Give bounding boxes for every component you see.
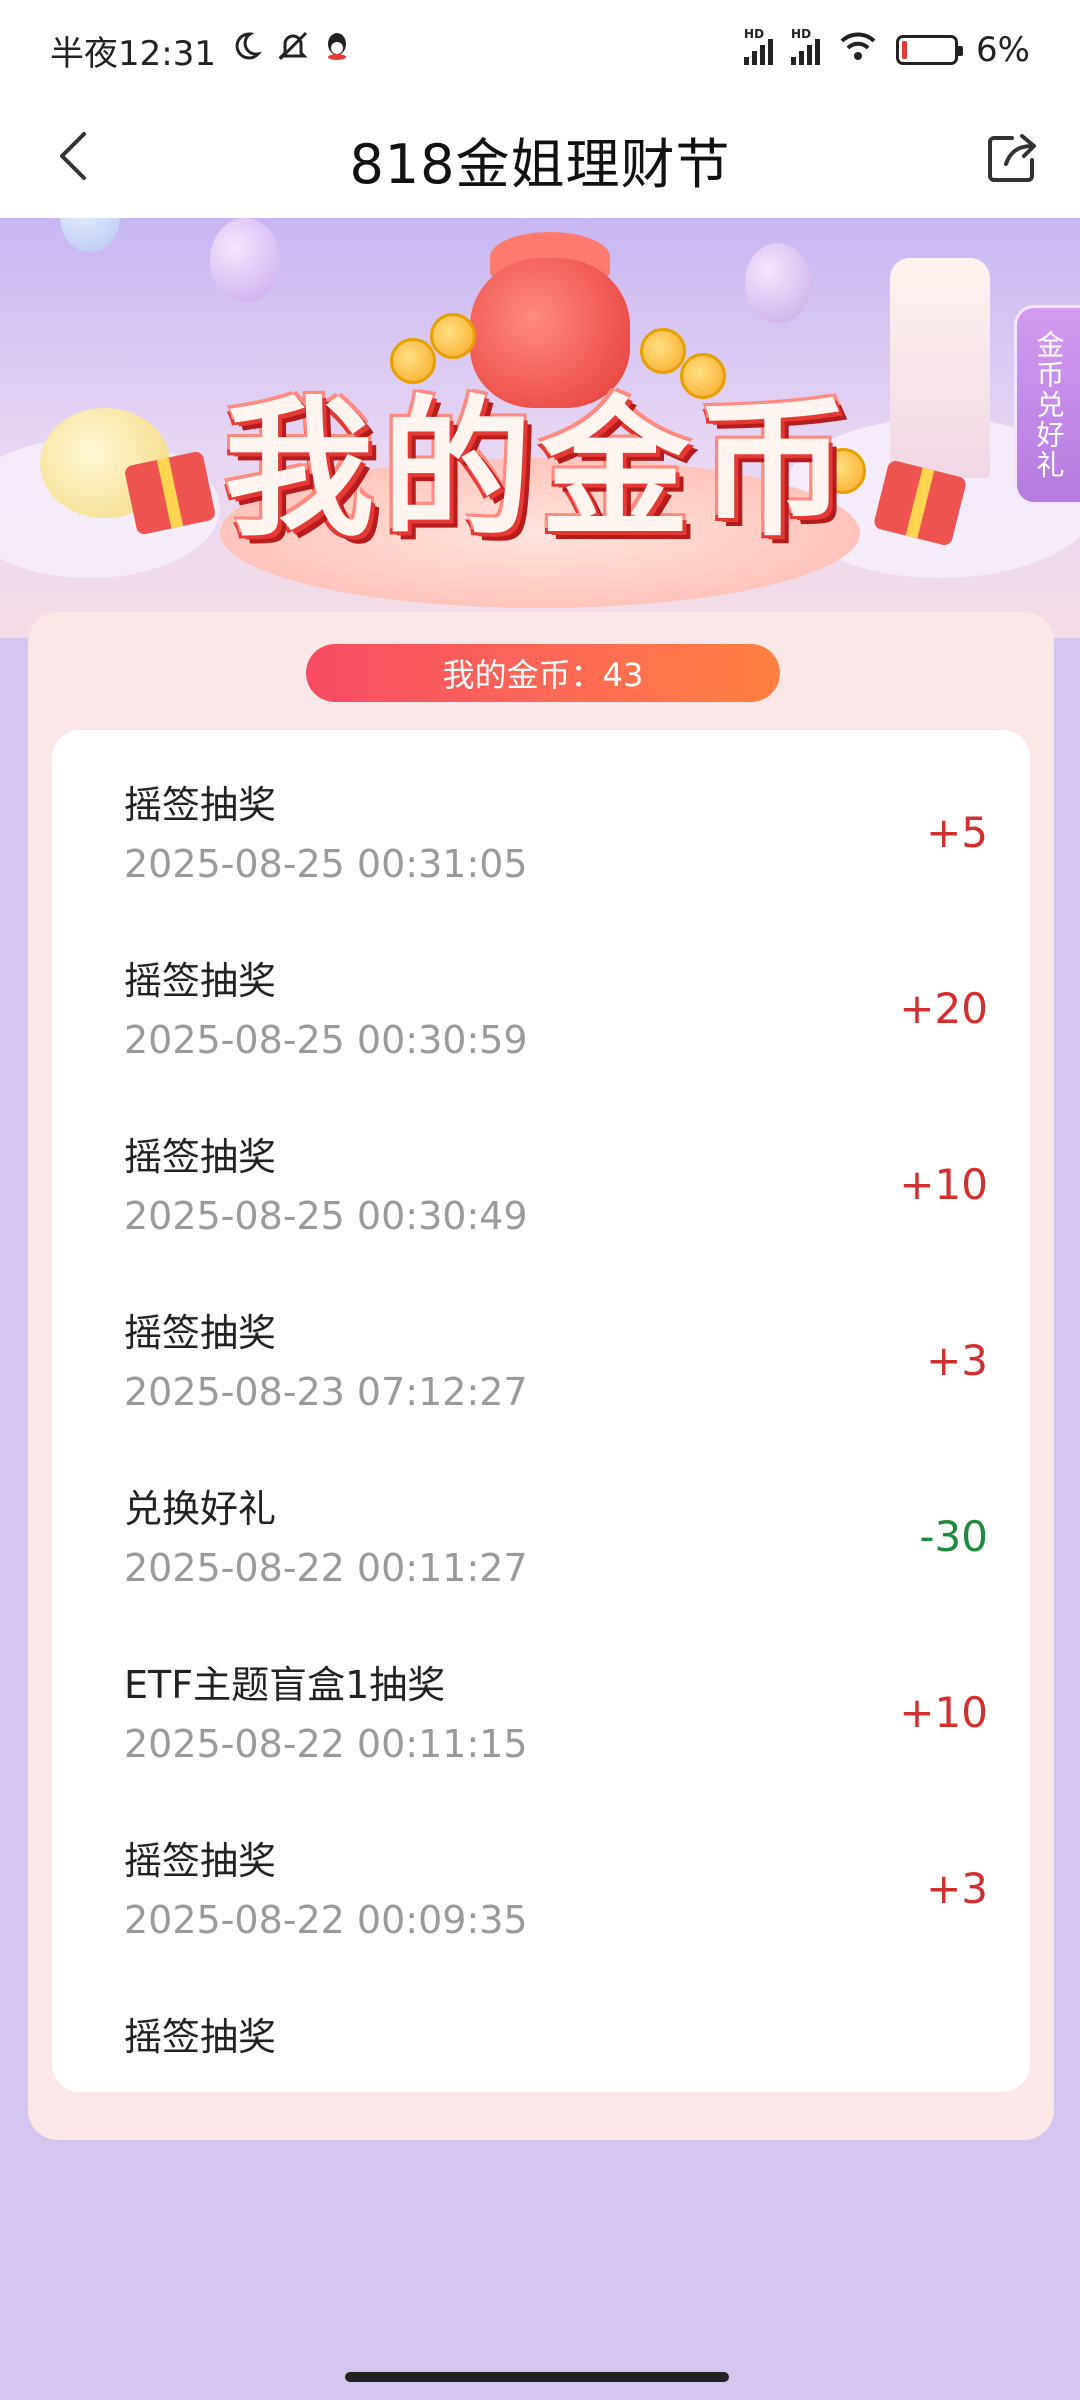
page-title: 818金姐理财节 [349, 132, 731, 196]
status-left: 半夜12:31 [50, 26, 350, 75]
record-name: 摇签抽奖 [124, 2015, 277, 2059]
chevron-left-icon[interactable] [44, 126, 104, 186]
record-amount: +20 [899, 984, 988, 1033]
record-amount: +3 [926, 1336, 988, 1385]
record-name: 摇签抽奖 [124, 1135, 277, 1179]
list-item: 兑换好礼 2025-08-22 00:11:27 -30 [52, 1434, 1030, 1610]
balloon-decoration [60, 218, 120, 252]
signal-hd-icon: HD [744, 27, 774, 65]
record-name: 摇签抽奖 [124, 783, 277, 827]
top-nav: 818金姐理财节 [0, 100, 1080, 218]
qq-icon [324, 30, 350, 70]
record-amount: +5 [926, 808, 988, 857]
status-time: 半夜12:31 [50, 33, 216, 74]
list-item: 摇签抽奖 [52, 1962, 1030, 2092]
home-indicator[interactable] [345, 2372, 729, 2382]
record-time: 2025-08-25 00:31:05 [124, 842, 528, 886]
record-name: 摇签抽奖 [124, 959, 277, 1003]
record-time: 2025-08-22 00:11:15 [124, 1722, 528, 1766]
record-time: 2025-08-22 00:11:27 [124, 1546, 528, 1590]
hero-banner: 我的金币 [0, 218, 1080, 638]
signal-hd-icon: HD [791, 27, 821, 65]
record-name: 摇签抽奖 [124, 1311, 277, 1355]
bell-off-icon [276, 29, 310, 72]
record-name: 摇签抽奖 [124, 1839, 277, 1883]
list-item: 摇签抽奖 2025-08-25 00:30:59 +20 [52, 906, 1030, 1082]
coin-records-list[interactable]: 摇签抽奖 2025-08-25 00:31:05 +5 摇签抽奖 2025-08… [52, 730, 1030, 2092]
list-item: 摇签抽奖 2025-08-23 07:12:27 +3 [52, 1258, 1030, 1434]
banner-title: 我的金币 [223, 383, 856, 557]
record-name: 兑换好礼 [124, 1487, 277, 1531]
record-time: 2025-08-23 07:12:27 [124, 1370, 528, 1414]
battery-level: 6% [976, 30, 1030, 70]
record-name: ETF主题盲盒1抽奖 [124, 1663, 446, 1707]
balloon-decoration [745, 243, 811, 323]
status-right: HD HD 6% [744, 27, 1030, 71]
record-amount: -30 [919, 1512, 988, 1561]
wifi-icon [838, 30, 878, 71]
status-bar: 半夜12:31 HD HD 6% [0, 0, 1080, 100]
balloon-decoration [210, 218, 280, 302]
record-time: 2025-08-25 00:30:49 [124, 1194, 528, 1238]
record-time: 2025-08-25 00:30:59 [124, 1018, 528, 1062]
coins-panel: 我的金币：43 摇签抽奖 2025-08-25 00:31:05 +5 摇签抽奖… [28, 612, 1054, 2140]
list-item: 摇签抽奖 2025-08-25 00:31:05 +5 [52, 730, 1030, 906]
moon-icon [230, 30, 263, 71]
share-icon[interactable] [980, 126, 1044, 190]
record-amount: +10 [899, 1688, 988, 1737]
record-time: 2025-08-22 00:09:35 [124, 1898, 528, 1942]
exchange-gifts-tab[interactable]: 金币兑好礼 [1014, 305, 1080, 505]
list-item: ETF主题盲盒1抽奖 2025-08-22 00:11:15 +10 [52, 1610, 1030, 1786]
battery-icon [896, 35, 964, 65]
coin-balance-badge: 我的金币：43 [306, 644, 780, 702]
record-amount: +10 [899, 1160, 988, 1209]
record-amount: +3 [926, 1864, 988, 1913]
list-item: 摇签抽奖 2025-08-22 00:09:35 +3 [52, 1786, 1030, 1962]
list-item: 摇签抽奖 2025-08-25 00:30:49 +10 [52, 1082, 1030, 1258]
